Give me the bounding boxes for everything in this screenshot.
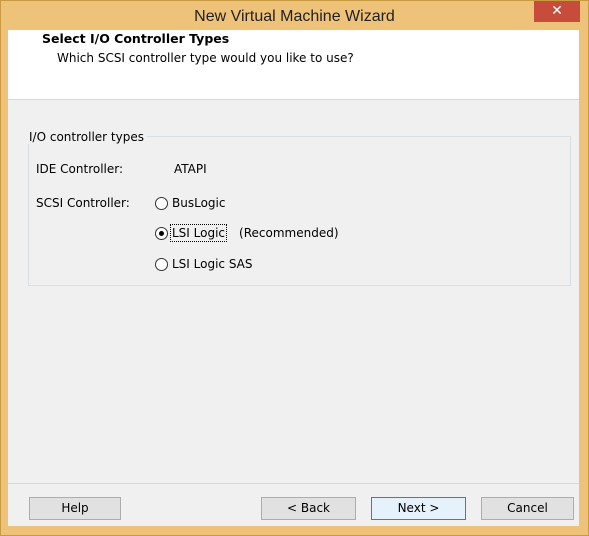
radio-buslogic[interactable]: BusLogic [155,196,225,210]
radio-button-icon[interactable] [155,196,168,210]
back-button[interactable]: < Back [261,497,356,520]
groupbox-legend: I/O controller types [26,130,147,144]
radio-lsi-logic-sas[interactable]: LSI Logic SAS [155,257,253,271]
title-bar[interactable]: New Virtual Machine Wizard ✕ [1,1,588,31]
scsi-controller-label: SCSI Controller: [36,196,130,210]
radio-label-buslogic: BusLogic [172,196,226,210]
radio-button-icon[interactable] [155,257,168,271]
radio-label-lsi-logic: LSI Logic [169,224,228,242]
recommended-note: (Recommended) [239,226,339,240]
page-title: Select I/O Controller Types [42,31,230,46]
radio-button-checked-icon[interactable] [155,226,168,240]
close-icon: ✕ [551,3,563,19]
next-button[interactable]: Next > [371,497,466,520]
radio-lsi-logic[interactable]: LSI Logic (Recommended) [155,224,339,242]
radio-label-lsi-logic-sas: LSI Logic SAS [172,257,253,271]
io-controller-groupbox [28,136,571,286]
page-subtitle: Which SCSI controller type would you lik… [57,51,354,65]
window-title: New Virtual Machine Wizard [194,8,395,25]
close-button[interactable]: ✕ [534,1,580,22]
cancel-button[interactable]: Cancel [481,497,574,520]
footer-divider [8,483,579,484]
ide-controller-value: ATAPI [174,162,207,176]
help-button[interactable]: Help [29,497,121,520]
ide-controller-label: IDE Controller: [36,162,124,176]
